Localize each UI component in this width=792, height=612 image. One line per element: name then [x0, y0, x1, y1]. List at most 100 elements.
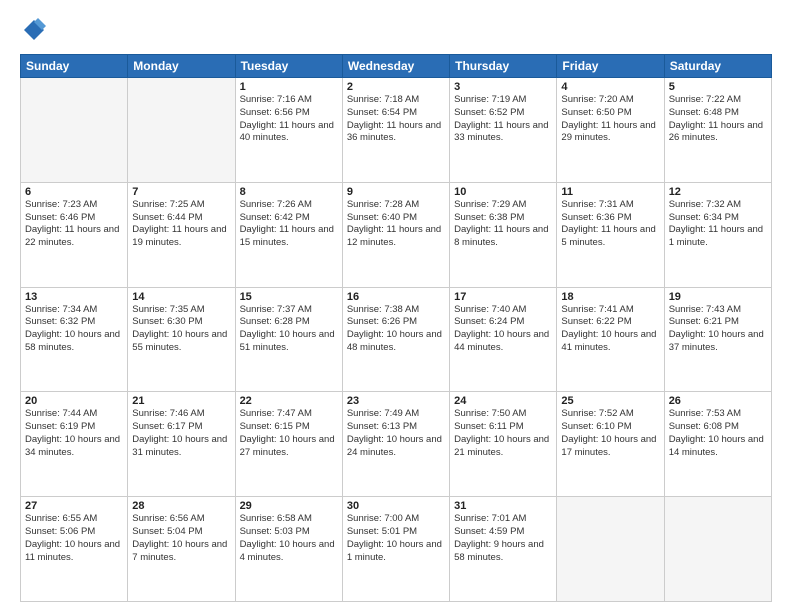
day-number: 22	[240, 395, 338, 407]
weekday-header: Saturday	[664, 55, 771, 78]
day-cell: 23Sunrise: 7:49 AM Sunset: 6:13 PM Dayli…	[342, 392, 449, 497]
day-number: 21	[132, 395, 230, 407]
day-number: 19	[669, 291, 767, 303]
calendar-body: 1Sunrise: 7:16 AM Sunset: 6:56 PM Daylig…	[21, 78, 772, 602]
day-number: 14	[132, 291, 230, 303]
day-number: 26	[669, 395, 767, 407]
week-row: 1Sunrise: 7:16 AM Sunset: 6:56 PM Daylig…	[21, 78, 772, 183]
day-cell: 4Sunrise: 7:20 AM Sunset: 6:50 PM Daylig…	[557, 78, 664, 183]
day-info: Sunrise: 6:55 AM Sunset: 5:06 PM Dayligh…	[25, 513, 123, 564]
day-cell: 24Sunrise: 7:50 AM Sunset: 6:11 PM Dayli…	[450, 392, 557, 497]
day-cell: 25Sunrise: 7:52 AM Sunset: 6:10 PM Dayli…	[557, 392, 664, 497]
day-number: 4	[561, 81, 659, 93]
day-info: Sunrise: 7:41 AM Sunset: 6:22 PM Dayligh…	[561, 304, 659, 355]
weekday-header: Monday	[128, 55, 235, 78]
day-cell: 2Sunrise: 7:18 AM Sunset: 6:54 PM Daylig…	[342, 78, 449, 183]
weekday-header: Thursday	[450, 55, 557, 78]
logo-icon	[20, 16, 48, 44]
day-number: 12	[669, 186, 767, 198]
day-info: Sunrise: 7:46 AM Sunset: 6:17 PM Dayligh…	[132, 408, 230, 459]
day-cell	[21, 78, 128, 183]
day-info: Sunrise: 7:16 AM Sunset: 6:56 PM Dayligh…	[240, 94, 338, 145]
day-info: Sunrise: 6:56 AM Sunset: 5:04 PM Dayligh…	[132, 513, 230, 564]
weekday-row: SundayMondayTuesdayWednesdayThursdayFrid…	[21, 55, 772, 78]
day-number: 31	[454, 500, 552, 512]
day-info: Sunrise: 7:32 AM Sunset: 6:34 PM Dayligh…	[669, 199, 767, 250]
day-cell: 31Sunrise: 7:01 AM Sunset: 4:59 PM Dayli…	[450, 497, 557, 602]
day-info: Sunrise: 7:53 AM Sunset: 6:08 PM Dayligh…	[669, 408, 767, 459]
day-cell: 15Sunrise: 7:37 AM Sunset: 6:28 PM Dayli…	[235, 287, 342, 392]
day-cell: 27Sunrise: 6:55 AM Sunset: 5:06 PM Dayli…	[21, 497, 128, 602]
day-info: Sunrise: 7:43 AM Sunset: 6:21 PM Dayligh…	[669, 304, 767, 355]
day-number: 23	[347, 395, 445, 407]
day-cell: 29Sunrise: 6:58 AM Sunset: 5:03 PM Dayli…	[235, 497, 342, 602]
day-number: 24	[454, 395, 552, 407]
logo	[20, 16, 52, 44]
day-cell	[128, 78, 235, 183]
day-info: Sunrise: 7:28 AM Sunset: 6:40 PM Dayligh…	[347, 199, 445, 250]
day-number: 17	[454, 291, 552, 303]
day-cell: 26Sunrise: 7:53 AM Sunset: 6:08 PM Dayli…	[664, 392, 771, 497]
weekday-header: Wednesday	[342, 55, 449, 78]
day-info: Sunrise: 7:37 AM Sunset: 6:28 PM Dayligh…	[240, 304, 338, 355]
day-info: Sunrise: 7:50 AM Sunset: 6:11 PM Dayligh…	[454, 408, 552, 459]
day-cell: 5Sunrise: 7:22 AM Sunset: 6:48 PM Daylig…	[664, 78, 771, 183]
day-number: 15	[240, 291, 338, 303]
day-cell: 17Sunrise: 7:40 AM Sunset: 6:24 PM Dayli…	[450, 287, 557, 392]
weekday-header: Tuesday	[235, 55, 342, 78]
weekday-header: Sunday	[21, 55, 128, 78]
day-number: 13	[25, 291, 123, 303]
day-number: 9	[347, 186, 445, 198]
day-cell: 28Sunrise: 6:56 AM Sunset: 5:04 PM Dayli…	[128, 497, 235, 602]
day-number: 8	[240, 186, 338, 198]
day-cell: 1Sunrise: 7:16 AM Sunset: 6:56 PM Daylig…	[235, 78, 342, 183]
week-row: 27Sunrise: 6:55 AM Sunset: 5:06 PM Dayli…	[21, 497, 772, 602]
day-info: Sunrise: 6:58 AM Sunset: 5:03 PM Dayligh…	[240, 513, 338, 564]
day-cell: 21Sunrise: 7:46 AM Sunset: 6:17 PM Dayli…	[128, 392, 235, 497]
day-info: Sunrise: 7:01 AM Sunset: 4:59 PM Dayligh…	[454, 513, 552, 564]
header	[20, 16, 772, 44]
day-cell: 18Sunrise: 7:41 AM Sunset: 6:22 PM Dayli…	[557, 287, 664, 392]
weekday-header: Friday	[557, 55, 664, 78]
day-cell	[664, 497, 771, 602]
day-number: 3	[454, 81, 552, 93]
day-info: Sunrise: 7:29 AM Sunset: 6:38 PM Dayligh…	[454, 199, 552, 250]
day-info: Sunrise: 7:19 AM Sunset: 6:52 PM Dayligh…	[454, 94, 552, 145]
day-number: 7	[132, 186, 230, 198]
day-number: 2	[347, 81, 445, 93]
day-cell: 8Sunrise: 7:26 AM Sunset: 6:42 PM Daylig…	[235, 182, 342, 287]
day-info: Sunrise: 7:31 AM Sunset: 6:36 PM Dayligh…	[561, 199, 659, 250]
day-number: 1	[240, 81, 338, 93]
day-number: 20	[25, 395, 123, 407]
day-cell: 20Sunrise: 7:44 AM Sunset: 6:19 PM Dayli…	[21, 392, 128, 497]
day-info: Sunrise: 7:52 AM Sunset: 6:10 PM Dayligh…	[561, 408, 659, 459]
day-cell: 16Sunrise: 7:38 AM Sunset: 6:26 PM Dayli…	[342, 287, 449, 392]
calendar: SundayMondayTuesdayWednesdayThursdayFrid…	[20, 54, 772, 602]
day-number: 28	[132, 500, 230, 512]
day-info: Sunrise: 7:18 AM Sunset: 6:54 PM Dayligh…	[347, 94, 445, 145]
day-info: Sunrise: 7:49 AM Sunset: 6:13 PM Dayligh…	[347, 408, 445, 459]
day-number: 30	[347, 500, 445, 512]
day-number: 27	[25, 500, 123, 512]
day-info: Sunrise: 7:00 AM Sunset: 5:01 PM Dayligh…	[347, 513, 445, 564]
day-number: 16	[347, 291, 445, 303]
day-cell: 22Sunrise: 7:47 AM Sunset: 6:15 PM Dayli…	[235, 392, 342, 497]
day-cell	[557, 497, 664, 602]
day-number: 18	[561, 291, 659, 303]
calendar-header: SundayMondayTuesdayWednesdayThursdayFrid…	[21, 55, 772, 78]
day-cell: 6Sunrise: 7:23 AM Sunset: 6:46 PM Daylig…	[21, 182, 128, 287]
day-number: 5	[669, 81, 767, 93]
day-number: 10	[454, 186, 552, 198]
day-info: Sunrise: 7:47 AM Sunset: 6:15 PM Dayligh…	[240, 408, 338, 459]
day-cell: 3Sunrise: 7:19 AM Sunset: 6:52 PM Daylig…	[450, 78, 557, 183]
day-info: Sunrise: 7:38 AM Sunset: 6:26 PM Dayligh…	[347, 304, 445, 355]
day-info: Sunrise: 7:40 AM Sunset: 6:24 PM Dayligh…	[454, 304, 552, 355]
day-cell: 14Sunrise: 7:35 AM Sunset: 6:30 PM Dayli…	[128, 287, 235, 392]
week-row: 20Sunrise: 7:44 AM Sunset: 6:19 PM Dayli…	[21, 392, 772, 497]
day-number: 11	[561, 186, 659, 198]
day-info: Sunrise: 7:26 AM Sunset: 6:42 PM Dayligh…	[240, 199, 338, 250]
day-number: 25	[561, 395, 659, 407]
day-cell: 19Sunrise: 7:43 AM Sunset: 6:21 PM Dayli…	[664, 287, 771, 392]
day-cell: 7Sunrise: 7:25 AM Sunset: 6:44 PM Daylig…	[128, 182, 235, 287]
day-number: 29	[240, 500, 338, 512]
